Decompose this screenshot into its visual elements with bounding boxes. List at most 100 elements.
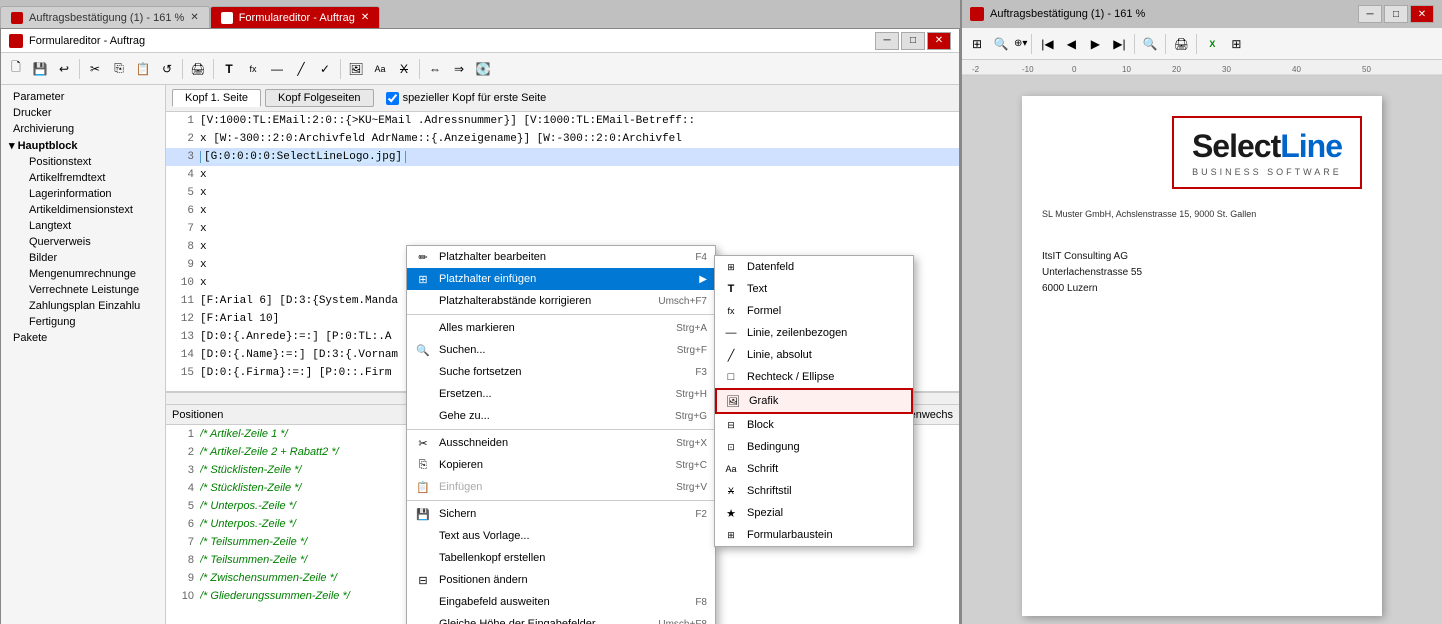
tab-kopf-folgeseiten[interactable]: Kopf Folgeseiten — [265, 89, 374, 107]
sidebar-item-verrechnete[interactable]: Verrechnete Leistunge — [1, 282, 165, 298]
toolbar-disk[interactable]: 💽 — [472, 58, 494, 80]
minimize-button[interactable]: ─ — [875, 32, 899, 50]
code-line-4[interactable]: 4 x — [166, 166, 959, 184]
sidebar-item-bilder[interactable]: Bilder — [1, 250, 165, 266]
submenu-formel[interactable]: fx Formel — [715, 300, 913, 322]
menu-gleiche-hohe[interactable]: Gleiche Höhe der Eingabefelder Umsch+F8 — [407, 613, 715, 624]
toolbar-check[interactable]: ✓ — [314, 58, 336, 80]
right-last-page[interactable]: ▶| — [1108, 33, 1130, 55]
sidebar-item-archivierung[interactable]: Archivierung — [1, 121, 165, 137]
menu-ersetzen[interactable]: Ersetzen... Strg+H — [407, 383, 715, 405]
toolbar-paste[interactable]: 📋 — [132, 58, 154, 80]
menu-platzhalterabstande[interactable]: Platzhalterabstände korrigieren Umsch+F7 — [407, 290, 715, 312]
right-minimize[interactable]: ─ — [1358, 5, 1382, 23]
submenu-schrift[interactable]: Aa Schrift — [715, 458, 913, 480]
sidebar-item-hauptblock[interactable]: ▾ Hauptblock — [1, 137, 165, 154]
menu-suchen[interactable]: 🔍 Suchen... Strg+F — [407, 339, 715, 361]
menu-gehe-zu[interactable]: Gehe zu... Strg+G — [407, 405, 715, 427]
preview-page: SelectLine BUSINESS SOFTWARE SL Muster G… — [1022, 96, 1382, 616]
tab-auftragsbestatigung[interactable]: Auftragsbestätigung (1) - 161 % ✕ — [0, 6, 210, 28]
submenu-datenfeld[interactable]: ⊞ Datenfeld — [715, 256, 913, 278]
menu-text-aus-vorlage[interactable]: Text aus Vorlage... — [407, 525, 715, 547]
sidebar-item-artikelfremdtext[interactable]: Artikelfremdtext — [1, 170, 165, 186]
right-close[interactable]: ✕ — [1410, 5, 1434, 23]
search-icon: 🔍 — [415, 342, 431, 358]
menu-shortcut-inputfield: F8 — [695, 597, 707, 608]
menu-ausschneiden[interactable]: ✂ Ausschneiden Strg+X — [407, 432, 715, 454]
submenu-formularbaustein[interactable]: ⊞ Formularbaustein — [715, 524, 913, 546]
right-search[interactable]: 🔍 — [1139, 33, 1161, 55]
maximize-button[interactable]: □ — [901, 32, 925, 50]
right-toolbar-btn2[interactable]: 🔍 — [990, 33, 1012, 55]
toolbar-sep-1 — [79, 59, 80, 79]
code-line-6[interactable]: 6 x — [166, 202, 959, 220]
menu-alles-markieren[interactable]: Alles markieren Strg+A — [407, 317, 715, 339]
sidebar-item-mengenumrechnungen[interactable]: Mengenumrechnunge — [1, 266, 165, 282]
toolbar-x-style[interactable]: X — [393, 58, 415, 80]
toolbar-text-tool[interactable]: T — [218, 58, 240, 80]
toolbar-print[interactable]: 🖨 — [187, 58, 209, 80]
tab-close-2[interactable]: ✕ — [361, 12, 369, 23]
right-print[interactable]: 🖨 — [1170, 33, 1192, 55]
toolbar-undo[interactable]: ↩ — [53, 58, 75, 80]
code-line-3[interactable]: 3 [G:0:0:0:0:SelectLineLogo.jpg] — [166, 148, 959, 166]
submenu-block[interactable]: ⊟ Block — [715, 414, 913, 436]
menu-eingabefeld[interactable]: Eingabefeld ausweiten F8 — [407, 591, 715, 613]
toolbar-cut[interactable]: ✂ — [84, 58, 106, 80]
tab-kopf-1-seite[interactable]: Kopf 1. Seite — [172, 89, 261, 107]
sidebar-item-drucker[interactable]: Drucker — [1, 105, 165, 121]
toolbar-aa[interactable]: Aa — [369, 58, 391, 80]
sidebar-item-parameter[interactable]: Parameter — [1, 89, 165, 105]
submenu-text[interactable]: T Text — [715, 278, 913, 300]
menu-platzhalter-einfuegen[interactable]: ⊞ Platzhalter einfügen ▶ — [407, 268, 715, 290]
sidebar-item-langtext[interactable]: Langtext — [1, 218, 165, 234]
window-title: Formulareditor - Auftrag — [29, 35, 145, 47]
toolbar-minus[interactable]: ╱ — [290, 58, 312, 80]
toolbar-image[interactable]: 🖼 — [345, 58, 367, 80]
right-first-page[interactable]: |◀ — [1036, 33, 1058, 55]
sidebar-item-querverweis[interactable]: Querverweis — [1, 234, 165, 250]
toolbar-formula[interactable]: fx — [242, 58, 264, 80]
toolbar-line[interactable]: — — [266, 58, 288, 80]
toolbar-undo2[interactable]: ↺ — [156, 58, 178, 80]
sidebar-item-lagerinformation[interactable]: Lagerinformation — [1, 186, 165, 202]
submenu-spezial[interactable]: ★ Spezial — [715, 502, 913, 524]
sidebar-item-pakete[interactable]: Pakete — [1, 330, 165, 346]
menu-kopieren[interactable]: ⎘ Kopieren Strg+C — [407, 454, 715, 476]
toolbar-new[interactable]: 🗋 — [5, 58, 27, 80]
special-head-checkbox[interactable] — [386, 92, 399, 105]
toolbar-copy[interactable]: ⎘ — [108, 58, 130, 80]
code-line-2[interactable]: 2 x [W:-300::2:0:Archivfeld AdrName::{.A… — [166, 130, 959, 148]
right-next-page[interactable]: ▶ — [1084, 33, 1106, 55]
code-line-7[interactable]: 7 x — [166, 220, 959, 238]
code-line-1[interactable]: 1 [V:1000:TL:EMail:2:0::{>KU~EMail .Adre… — [166, 112, 959, 130]
menu-tabellenkopf[interactable]: Tabellenkopf erstellen — [407, 547, 715, 569]
code-line-5[interactable]: 5 x — [166, 184, 959, 202]
toolbar-move[interactable]: ⇔ — [424, 58, 446, 80]
menu-suche-fortsetzen[interactable]: Suche fortsetzen F3 — [407, 361, 715, 383]
menu-sichern[interactable]: 💾 Sichern F2 — [407, 503, 715, 525]
submenu-linie-zeile[interactable]: — Linie, zeilenbezogen — [715, 322, 913, 344]
right-excel[interactable]: X — [1201, 33, 1223, 55]
submenu-schriftstil[interactable]: X Schriftstil — [715, 480, 913, 502]
submenu-bedingung[interactable]: ⊡ Bedingung — [715, 436, 913, 458]
right-maximize[interactable]: □ — [1384, 5, 1408, 23]
sidebar-item-fertigung[interactable]: Fertigung — [1, 314, 165, 330]
submenu-grafik[interactable]: 🖼 Grafik — [715, 388, 913, 414]
toolbar-link[interactable]: ⇒ — [448, 58, 470, 80]
menu-platzhalter-bearbeiten[interactable]: ✏ Platzhalter bearbeiten F4 — [407, 246, 715, 268]
submenu-rechteck[interactable]: □ Rechteck / Ellipse — [715, 366, 913, 388]
tab-close-1[interactable]: ✕ — [190, 12, 198, 23]
right-prev-page[interactable]: ◀ — [1060, 33, 1082, 55]
right-preview-area[interactable]: SelectLine BUSINESS SOFTWARE SL Muster G… — [962, 76, 1442, 624]
tab-formulareditor[interactable]: Formulareditor - Auftrag ✕ — [210, 6, 381, 28]
sidebar-item-zahlungsplan[interactable]: Zahlungsplan Einzahlu — [1, 298, 165, 314]
menu-positionen-andern[interactable]: ⊟ Positionen ändern — [407, 569, 715, 591]
sidebar-item-artikeldimensionstext[interactable]: Artikeldimensionstext — [1, 202, 165, 218]
sidebar-item-positionstext[interactable]: Positionstext — [1, 154, 165, 170]
submenu-linie-absolut[interactable]: ╱ Linie, absolut — [715, 344, 913, 366]
close-button[interactable]: ✕ — [927, 32, 951, 50]
right-toolbar-btn1[interactable]: ⊞ — [966, 33, 988, 55]
toolbar-save[interactable]: 💾 — [29, 58, 51, 80]
right-extra[interactable]: ⊞ — [1225, 33, 1247, 55]
